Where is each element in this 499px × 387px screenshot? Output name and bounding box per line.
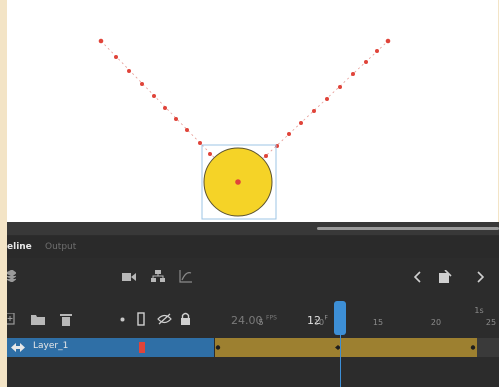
- ruler-label-1s: 1s: [474, 306, 484, 315]
- ruler-label-10: 10: [313, 318, 325, 327]
- motion-tween-layer-icon: [11, 343, 25, 352]
- layer-name[interactable]: Layer_1: [33, 341, 68, 351]
- new-layer-icon[interactable]: [7, 313, 16, 325]
- path-point[interactable]: [98, 38, 104, 44]
- path-point[interactable]: [351, 72, 355, 76]
- layers-icon[interactable]: [7, 270, 16, 282]
- outline-layers-icon[interactable]: [137, 312, 145, 326]
- motion-tween-span[interactable]: [215, 338, 477, 357]
- ball-registration-point: [235, 179, 241, 185]
- path-point[interactable]: [208, 152, 212, 156]
- path-point[interactable]: [287, 132, 291, 136]
- delete-layer-icon[interactable]: [60, 313, 72, 326]
- new-folder-icon[interactable]: [31, 314, 45, 325]
- empty-frames[interactable]: [477, 338, 499, 357]
- panel-tabs: eline Output: [7, 236, 499, 258]
- panel-scrollbar[interactable]: [317, 227, 499, 230]
- path-point[interactable]: [127, 69, 131, 73]
- layer-row[interactable]: Layer_1: [7, 338, 214, 357]
- path-point[interactable]: [364, 60, 368, 64]
- path-point[interactable]: [163, 106, 167, 110]
- insert-keyframe-icon[interactable]: [438, 270, 452, 284]
- path-point[interactable]: [114, 55, 118, 59]
- parenting-icon[interactable]: [151, 270, 165, 283]
- layer-color-swatch[interactable]: [139, 342, 145, 353]
- panel-scroll-strip: [7, 222, 499, 235]
- camera-icon[interactable]: [122, 272, 136, 282]
- ruler-label-5: 5: [258, 318, 264, 327]
- path-point[interactable]: [385, 38, 391, 44]
- path-point[interactable]: [174, 117, 178, 121]
- motion-path-drawing: [98, 38, 391, 220]
- frame-ruler[interactable]: 5 10 15 20 25 1s: [215, 306, 499, 334]
- path-point[interactable]: [198, 141, 202, 145]
- path-point[interactable]: [312, 109, 316, 113]
- playhead[interactable]: [334, 301, 346, 335]
- path-point[interactable]: [375, 49, 379, 53]
- graph-editor-icon[interactable]: [179, 269, 193, 283]
- previous-frame-icon[interactable]: [414, 271, 422, 283]
- path-point[interactable]: [140, 82, 144, 86]
- path-point[interactable]: [299, 121, 303, 125]
- stage-canvas[interactable]: [7, 0, 498, 222]
- path-point[interactable]: [264, 154, 268, 158]
- next-frame-icon[interactable]: [476, 271, 484, 283]
- ruler-label-20: 20: [430, 318, 442, 327]
- tab-output[interactable]: Output: [45, 242, 76, 252]
- ruler-label-15: 15: [372, 318, 384, 327]
- timeline-toolbar: 24.00 FPS 12 F: [7, 262, 499, 327]
- lock-layers-icon[interactable]: [180, 312, 191, 326]
- path-point[interactable]: [325, 97, 329, 101]
- highlight-layers-icon[interactable]: [120, 317, 125, 322]
- path-point[interactable]: [185, 128, 189, 132]
- path-point[interactable]: [338, 85, 342, 89]
- ruler-label-25: 25: [485, 318, 497, 327]
- timeline-panel: eline Output 24.00 FPS 12 F 5 10 15 20 2…: [7, 222, 499, 387]
- start-keyframe[interactable]: [215, 345, 221, 350]
- tab-timeline[interactable]: eline: [7, 242, 32, 252]
- tween-keyframe-markers: [215, 345, 476, 350]
- hide-layers-icon[interactable]: [157, 313, 172, 325]
- path-point[interactable]: [152, 94, 156, 98]
- end-keyframe[interactable]: [470, 345, 476, 350]
